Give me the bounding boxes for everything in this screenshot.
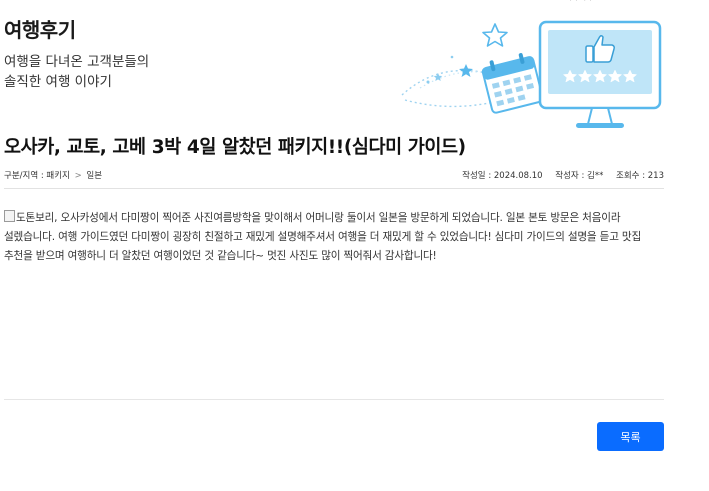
content-divider xyxy=(4,399,664,400)
post-title: 오사카, 교토, 고베 3박 4일 알찼던 패키지!!(심다미 가이드) xyxy=(4,137,466,158)
breadcrumb-category: 구분/지역 : 패키지 xyxy=(4,171,70,181)
breadcrumb-separator: > xyxy=(74,171,82,181)
breadcrumb-region: 일본 xyxy=(86,171,103,181)
star-icon xyxy=(482,23,508,47)
breadcrumb: 구분/지역 : 패키지 > 일본 xyxy=(4,169,102,181)
post-date: 작성일 : 2024.08.10 xyxy=(462,171,543,181)
broken-image-icon xyxy=(4,210,15,222)
list-button[interactable]: 목록 xyxy=(597,422,664,451)
post-content: 도톤보리, 오사카성에서 다미짱이 찍어준 사진여름방학을 맞이해서 어머니랑 … xyxy=(4,209,664,266)
post-info: 작성일 : 2024.08.10 작성자 : 김** 조회수 : 213 xyxy=(452,169,664,181)
post-meta-row: 구분/지역 : 패키지 > 일본 작성일 : 2024.08.10 작성자 : … xyxy=(4,166,664,189)
description-line-1: 여행을 다녀온 고객분들의 xyxy=(4,54,150,70)
calendar-icon xyxy=(481,53,544,114)
post-views: 조회수 : 213 xyxy=(616,171,664,181)
review-monitor-illustration xyxy=(401,20,662,128)
page-description: 여행을 다녀온 고객분들의 솔직한 여행 이야기 xyxy=(4,52,149,92)
description-line-2: 솔직한 여행 이야기 xyxy=(4,74,112,90)
post-author: 작성자 : 김** xyxy=(555,171,604,181)
image-alt-text: 도톤보리, 오사카성에서 다미짱이 찍어준 사진 xyxy=(16,212,214,224)
page-title: 여행후기 xyxy=(4,18,76,42)
